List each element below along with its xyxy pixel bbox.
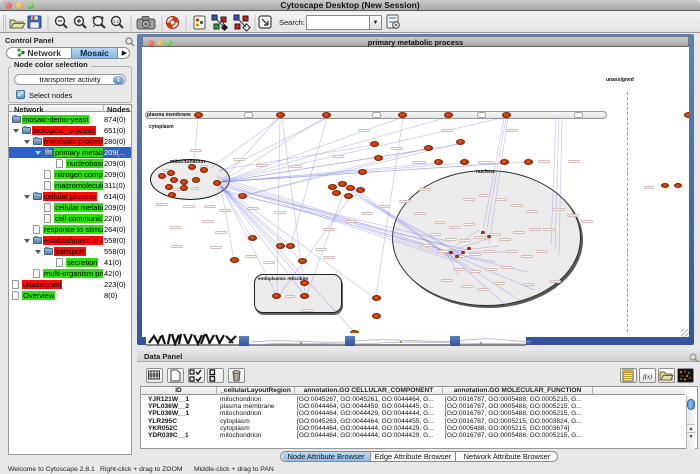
svg-text:f(x): f(x) [643,374,652,381]
svg-text:1:1: 1:1 [113,19,120,24]
